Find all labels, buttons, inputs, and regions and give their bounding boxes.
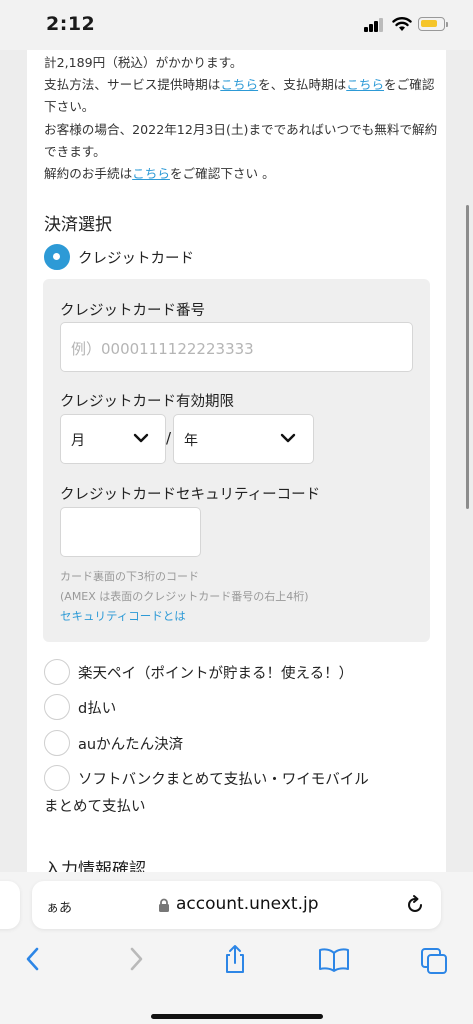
wifi-icon <box>392 17 412 31</box>
cancel-procedure-text: 解約のお手続はこちらをご確認下さい 。 <box>44 163 444 185</box>
reload-icon[interactable] <box>404 894 426 916</box>
cancel-procedure-link[interactable]: こちら <box>132 166 170 181</box>
bookmarks-icon[interactable] <box>318 947 350 973</box>
credit-card-label[interactable]: クレジットカード <box>78 247 194 268</box>
status-bar: 2:12 <box>0 0 473 50</box>
cvc-help-amex-text: (AMEX は表面のクレジットカード番号の右上4桁) <box>60 590 309 603</box>
text-segment: 解約のお手続は <box>44 166 133 182</box>
rakuten-pay-radio[interactable] <box>44 659 70 685</box>
expiry-label: クレジットカード有効期限 <box>60 394 234 410</box>
url-text[interactable]: account.unext.jp <box>176 894 318 914</box>
au-easy-payment-label[interactable]: auかんたん決済 <box>78 733 183 754</box>
previous-tab-peek[interactable] <box>0 881 20 929</box>
text-segment: を、支払時期は <box>258 77 347 93</box>
d-barai-radio[interactable] <box>44 694 70 720</box>
payment-timing-link[interactable]: こちら <box>346 77 384 92</box>
d-barai-label[interactable]: d払い <box>78 697 116 718</box>
softbank-payment-radio[interactable] <box>44 765 70 791</box>
cvc-input[interactable] <box>60 507 201 557</box>
text-segment: 支払方法、サービス提供時期は <box>44 77 221 93</box>
back-icon[interactable] <box>24 946 42 972</box>
security-code-info-link[interactable]: セキュリティコードとは <box>60 608 186 624</box>
share-icon[interactable] <box>222 944 248 974</box>
card-number-input[interactable]: 例）0000111122223333 <box>60 322 413 372</box>
forward-icon[interactable] <box>127 946 145 972</box>
card-number-placeholder: 例）0000111122223333 <box>71 340 254 358</box>
text-segment: をご確認下さい 。 <box>169 166 275 182</box>
credit-card-panel: クレジットカード番号 例）0000111122223333 クレジットカード有効… <box>43 279 430 642</box>
payment-timing-text: 支払方法、サービス提供時期はこちらを、支払時期はこちらをご確認下さい。 <box>44 74 444 118</box>
battery-icon <box>418 17 445 31</box>
chevron-down-icon <box>280 433 296 443</box>
lock-icon <box>159 898 169 912</box>
price-text: 計2,189円（税込）がかかります。 <box>44 55 243 70</box>
terms-info: 計2,189円（税込）がかかります。 支払方法、サービス提供時期はこちらを、支払… <box>44 52 444 185</box>
status-time: 2:12 <box>46 13 96 35</box>
cellular-signal-icon <box>364 18 384 32</box>
card-number-label: クレジットカード番号 <box>60 303 205 319</box>
home-indicator <box>151 1014 323 1019</box>
payment-section-title: 決済選択 <box>44 215 112 235</box>
au-easy-payment-radio[interactable] <box>44 730 70 756</box>
expiry-separator: / <box>166 429 172 447</box>
scrollbar[interactable] <box>466 205 469 509</box>
battery-cap <box>446 22 448 27</box>
year-value: 年 <box>184 433 198 449</box>
month-value: 月 <box>71 433 85 449</box>
payment-page: 計2,189円（税込）がかかります。 支払方法、サービス提供時期はこちらを、支払… <box>27 50 446 880</box>
free-cancel-text: お客様の場合、2022年12月3日(土)までであればいつでも無料で解約できます。 <box>44 121 438 159</box>
reader-options-button[interactable]: ぁあ <box>46 897 72 916</box>
credit-card-radio[interactable] <box>44 244 70 270</box>
expiry-year-select[interactable]: 年 <box>173 414 314 464</box>
softbank-payment-label[interactable]: ソフトバンクまとめて支払い・ワイモバイル <box>78 768 369 789</box>
chevron-down-icon <box>133 433 149 443</box>
cvc-label: クレジットカードセキュリティーコード <box>60 487 321 503</box>
expiry-month-select[interactable]: 月 <box>60 414 166 464</box>
rakuten-pay-label[interactable]: 楽天ペイ（ポイントが貯まる！使える！） <box>78 662 353 683</box>
service-timing-link[interactable]: こちら <box>220 77 258 92</box>
tabs-icon[interactable] <box>420 947 448 975</box>
cvc-help-text: カード裏面の下3桁のコード <box>60 570 199 583</box>
browser-bottom-bar: ぁあ account.unext.jp <box>0 872 473 1024</box>
softbank-payment-label-line2[interactable]: まとめて支払い <box>44 795 146 816</box>
address-bar[interactable]: ぁあ account.unext.jp <box>32 881 441 929</box>
